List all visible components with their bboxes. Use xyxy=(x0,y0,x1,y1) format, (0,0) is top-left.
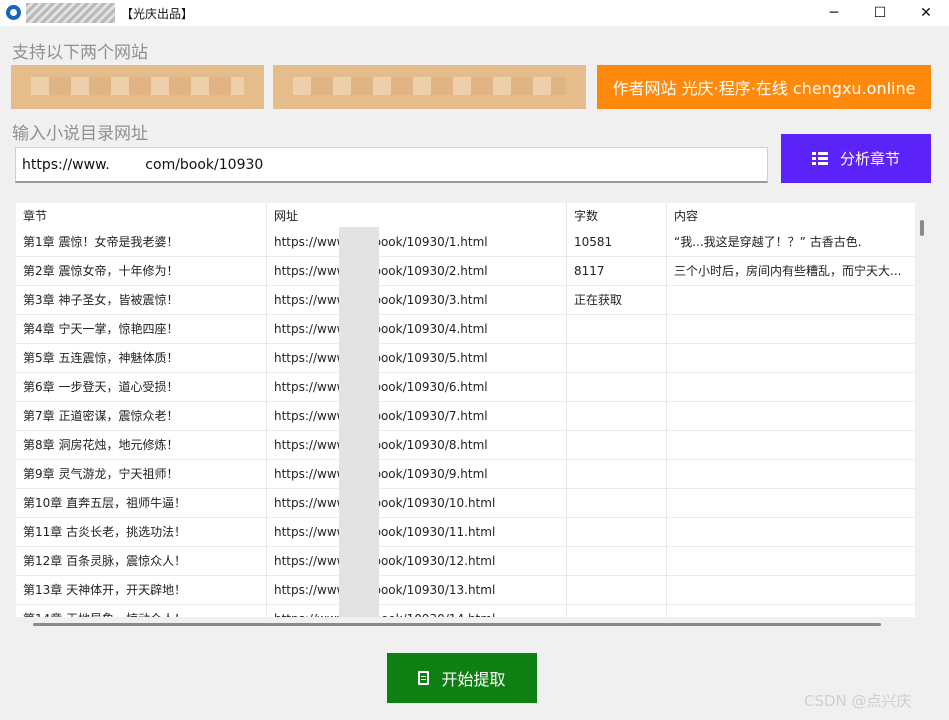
analyze-label: 分析章节 xyxy=(839,150,900,168)
minimize-button[interactable]: ─ xyxy=(811,0,857,26)
url-cell: https://www om/book/10930/10.html xyxy=(267,488,567,517)
table-row[interactable]: 第9章 灵气游龙，宁天祖师！ https://www om/book/10930/… xyxy=(16,459,915,489)
table-row[interactable]: 第2章 震惊女帝，十年修为！ https://www om/book/10930/… xyxy=(16,256,915,286)
words-cell: 正在获取 xyxy=(567,285,667,314)
chapter-cell: 第6章 一步登天，道心受损！ xyxy=(16,372,267,401)
table-row[interactable]: 第14章 天地异象，惊动众人！https://www om/book/10930… xyxy=(16,604,915,617)
chapter-cell: 第7章 正道密谋，震惊众老！ xyxy=(16,401,267,430)
chapter-cell: 第4章 宁天一掌，惊艳四座！ xyxy=(16,314,267,343)
chapter-cell: 第12章 百条灵脉，震惊众人！ xyxy=(16,546,267,575)
table-row[interactable]: 第8章 洞房花烛，地元修炼！ https://www om/book/10930/… xyxy=(16,430,915,460)
url-cell: https://www om/book/10930/1.html xyxy=(267,227,567,256)
title-bar: 【光庆出品】 ─ ☐ ✕ xyxy=(0,0,949,26)
words-cell: 10581 xyxy=(567,227,667,256)
document-icon xyxy=(418,671,430,685)
chapter-cell: 第1章 震惊！女帝是我老婆！ xyxy=(16,227,267,256)
url-prompt-label: 输入小说目录网址 xyxy=(12,124,148,144)
chapter-table[interactable]: 章节 网址 字数 内容 第1章 震惊！女帝是我老婆！ https://www om… xyxy=(16,203,915,617)
maximize-button[interactable]: ☐ xyxy=(857,0,903,26)
content-cell xyxy=(667,575,915,604)
chapter-cell: 第8章 洞房花烛，地元修炼！ xyxy=(16,430,267,459)
list-icon xyxy=(811,152,828,165)
url-cell: https://www om/book/10930/14.html xyxy=(267,604,567,617)
chapter-cell: 第9章 灵气游龙，宁天祖师！ xyxy=(16,459,267,488)
url-cell: https://www om/book/10930/11.html xyxy=(267,517,567,546)
table-row[interactable]: 第7章 正道密谋，震惊众老！ https://www om/book/10930/… xyxy=(16,401,915,431)
words-cell xyxy=(567,372,667,401)
url-column-blur xyxy=(339,227,379,617)
words-cell xyxy=(567,401,667,430)
content-cell xyxy=(667,459,915,488)
table-row[interactable]: 第6章 一步登天，道心受损！ https://www om/book/10930/… xyxy=(16,372,915,402)
table-row[interactable]: 第5章 五连震惊，神魅体质！ https://www om/book/10930/… xyxy=(16,343,915,373)
url-cell: https://www om/book/10930/13.html xyxy=(267,575,567,604)
app-name-blurred xyxy=(26,3,115,23)
watermark: CSDN @点兴庆 xyxy=(804,692,912,710)
chapter-cell: 第14章 天地异象，惊动众人！ xyxy=(16,604,267,617)
content-cell xyxy=(667,604,915,617)
table-row[interactable]: 第13章 天神体开，开天辟地！ https://www om/book/10930… xyxy=(16,575,915,605)
words-cell xyxy=(567,546,667,575)
chapter-cell: 第10章 直奔五层，祖师牛逼！ xyxy=(16,488,267,517)
content-cell xyxy=(667,401,915,430)
content-cell xyxy=(667,546,915,575)
content-cell: 三个小时后，房间内有些糟乱，而宁天大... xyxy=(674,264,902,278)
content-cell xyxy=(667,343,915,372)
words-cell xyxy=(567,604,667,617)
chapter-cell: 第5章 五连震惊，神魅体质！ xyxy=(16,343,267,372)
words-cell xyxy=(567,488,667,517)
supported-site-2-blurred[interactable] xyxy=(273,65,586,109)
header-chapter[interactable]: 章节 xyxy=(16,203,267,227)
chapter-cell: 第11章 古炎长老，挑选功法！ xyxy=(16,517,267,546)
table-row[interactable]: 第10章 直奔五层，祖师牛逼！ https://www om/book/10930… xyxy=(16,488,915,518)
header-content[interactable]: 内容 xyxy=(667,203,915,227)
content-cell xyxy=(667,372,915,401)
words-cell xyxy=(567,430,667,459)
content-cell: “我...我这是穿越了！？” 古香古色. xyxy=(674,235,862,249)
words-cell xyxy=(567,575,667,604)
table-row[interactable]: 第4章 宁天一掌，惊艳四座！ https://www om/book/10930/… xyxy=(16,314,915,344)
chapter-cell: 第2章 震惊女帝，十年修为！ xyxy=(16,256,267,285)
table-row[interactable]: 第1章 震惊！女帝是我老婆！ https://www om/book/10930/… xyxy=(16,227,915,257)
header-words[interactable]: 字数 xyxy=(567,203,667,227)
url-cell: https://www om/book/10930/8.html xyxy=(267,430,567,459)
url-cell: https://www om/book/10930/3.html xyxy=(267,285,567,314)
table-row[interactable]: 第3章 神子圣女，皆被震惊！ https://www om/book/10930/… xyxy=(16,285,915,315)
url-cell: https://www om/book/10930/4.html xyxy=(267,314,567,343)
author-site-button[interactable]: 作者网站 光庆·程序·在线 chengxu.online xyxy=(597,65,931,109)
content-cell xyxy=(667,488,915,517)
content-cell xyxy=(667,314,915,343)
table-header: 章节 网址 字数 内容 xyxy=(16,203,915,227)
content-cell xyxy=(667,285,915,314)
novel-url-input[interactable] xyxy=(15,147,768,183)
horizontal-scrollbar[interactable] xyxy=(33,623,881,626)
chapter-cell: 第13章 天神体开，开天辟地！ xyxy=(16,575,267,604)
words-cell: 8117 xyxy=(567,256,667,285)
supported-site-1-blurred[interactable] xyxy=(11,65,264,109)
start-label: 开始提取 xyxy=(441,670,506,689)
words-cell xyxy=(567,343,667,372)
words-cell xyxy=(567,459,667,488)
window-title: 【光庆出品】 xyxy=(121,7,194,21)
url-cell: https://www om/book/10930/2.html xyxy=(267,256,567,285)
content-cell xyxy=(667,517,915,546)
table-row[interactable]: 第12章 百条灵脉，震惊众人！ https://www om/book/10930… xyxy=(16,546,915,576)
words-cell xyxy=(567,517,667,546)
start-extract-button[interactable]: 开始提取 xyxy=(387,653,537,703)
url-cell: https://www om/book/10930/9.html xyxy=(267,459,567,488)
url-cell: https://www om/book/10930/5.html xyxy=(267,343,567,372)
chapter-cell: 第3章 神子圣女，皆被震惊！ xyxy=(16,285,267,314)
analyze-chapters-button[interactable]: 分析章节 xyxy=(781,134,931,183)
app-icon xyxy=(6,5,21,20)
url-cell: https://www om/book/10930/12.html xyxy=(267,546,567,575)
vertical-scrollbar[interactable] xyxy=(920,220,924,236)
content-cell xyxy=(667,430,915,459)
url-cell: https://www om/book/10930/6.html xyxy=(267,372,567,401)
table-row[interactable]: 第11章 古炎长老，挑选功法！ https://www om/book/10930… xyxy=(16,517,915,547)
url-cell: https://www om/book/10930/7.html xyxy=(267,401,567,430)
close-button[interactable]: ✕ xyxy=(903,0,949,26)
header-url[interactable]: 网址 xyxy=(267,203,567,227)
supported-sites-label: 支持以下两个网站 xyxy=(12,43,148,63)
words-cell xyxy=(567,314,667,343)
